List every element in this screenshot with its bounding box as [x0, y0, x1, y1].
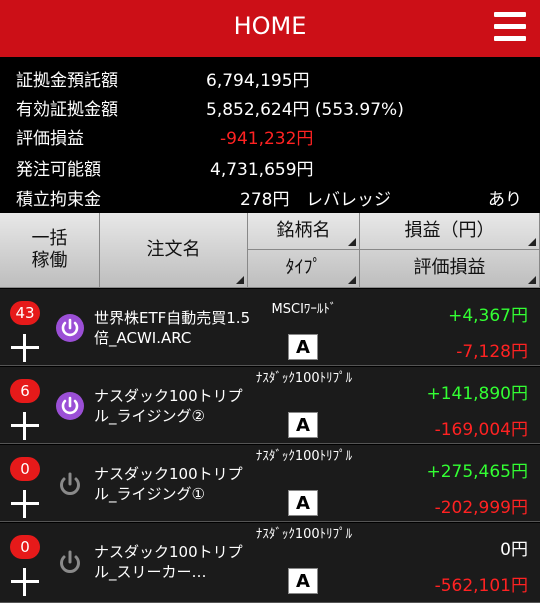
profit-value: 0円: [500, 540, 528, 560]
summary-row-accumulated: 積立拘束金 278円 レバレッジ あり: [0, 181, 540, 211]
sort-corner-icon: [528, 276, 536, 284]
summary-value: 5,852,624円 (553.97%): [206, 100, 404, 120]
profit-header[interactable]: 損益（円）: [360, 213, 540, 250]
order-row[interactable]: 6 ナスダック100トリプル_ライジング② ﾅｽﾀﾞｯｸ100ﾄﾘﾌﾟﾙ A +…: [0, 367, 540, 444]
symbol-name: ﾅｽﾀﾞｯｸ100ﾄﾘﾌﾟﾙ: [255, 449, 353, 464]
order-row[interactable]: 0 ナスダック100トリプル_スリーカー… ﾅｽﾀﾞｯｸ100ﾄﾘﾌﾟﾙ A 0…: [0, 523, 540, 603]
symbol-name: ﾅｽﾀﾞｯｸ100ﾄﾘﾌﾟﾙ: [255, 527, 353, 542]
summary-value: 278円: [240, 190, 290, 210]
leverage-label: レバレッジ: [306, 190, 391, 210]
profit-value: +141,890円: [426, 384, 528, 404]
type-badge: A: [288, 412, 318, 438]
summary-row-effective-margin: 有効証拠金額 5,852,624円 (553.97%): [0, 91, 540, 121]
sort-corner-icon: [348, 238, 356, 246]
add-order-icon[interactable]: [11, 490, 39, 518]
summary-label: 発注可能額: [16, 160, 101, 180]
order-name: ナスダック100トリプル_スリーカー…: [94, 543, 243, 581]
type-header-label: ﾀｲﾌﾟ: [285, 257, 322, 279]
symbol-name: MSCIﾜｰﾙﾄﾞ: [271, 302, 337, 317]
summary-label: 証拠金預託額: [16, 71, 118, 91]
order-name: 世界株ETF自動売買1.5倍_ACWI.ARC: [94, 309, 251, 347]
summary-row-margin-deposit: 証拠金預託額 6,794,195円: [0, 62, 540, 92]
summary-label: 積立拘束金: [16, 190, 101, 210]
summary-value: 4,731,659円: [210, 160, 314, 180]
profit-value: +4,367円: [448, 306, 528, 326]
sort-corner-icon: [528, 238, 536, 246]
bulk-run-header[interactable]: 一括 稼働: [0, 213, 100, 288]
order-row[interactable]: 43 世界株ETF自動売買1.5倍_ACWI.ARC MSCIﾜｰﾙﾄﾞ A +…: [0, 289, 540, 366]
add-order-icon[interactable]: [11, 568, 39, 596]
valuation-header[interactable]: 評価損益: [360, 250, 540, 288]
order-row[interactable]: 0 ナスダック100トリプル_ライジング① ﾅｽﾀﾞｯｸ100ﾄﾘﾌﾟﾙ A +…: [0, 445, 540, 522]
power-off-icon[interactable]: [55, 547, 85, 577]
sort-corner-icon: [236, 276, 244, 284]
position-count-badge: 0: [10, 535, 40, 559]
valuation-value: -202,999円: [434, 498, 528, 518]
symbol-header-label: 銘柄名: [276, 219, 331, 241]
sort-corner-icon: [348, 276, 356, 284]
hamburger-menu-icon[interactable]: [494, 12, 526, 42]
summary-row-available: 発注可能額 4,731,659円: [0, 151, 540, 181]
type-badge: A: [288, 334, 318, 360]
type-header[interactable]: ﾀｲﾌﾟ: [248, 250, 360, 288]
page-title: HOME: [233, 12, 307, 40]
order-name-header[interactable]: 注文名: [100, 213, 248, 288]
order-name: ナスダック100トリプル_ライジング②: [94, 387, 243, 425]
position-count-badge: 0: [10, 457, 40, 481]
summary-label: 有効証拠金額: [16, 100, 118, 120]
leverage-value: あり: [488, 190, 522, 210]
type-badge: A: [288, 568, 318, 594]
symbol-header[interactable]: 銘柄名: [248, 213, 360, 250]
summary-value: -941,232円: [220, 129, 314, 149]
summary-value: 6,794,195円: [206, 71, 310, 91]
add-order-icon[interactable]: [11, 334, 39, 362]
summary-row-valuation-pl: 評価損益 -941,232円: [0, 120, 540, 150]
power-on-icon[interactable]: [55, 313, 85, 343]
valuation-value: -169,004円: [434, 420, 528, 440]
symbol-name: ﾅｽﾀﾞｯｸ100ﾄﾘﾌﾟﾙ: [255, 371, 353, 386]
valuation-header-label: 評価損益: [413, 257, 486, 279]
position-count-badge: 6: [10, 379, 40, 403]
valuation-value: -562,101円: [434, 576, 528, 596]
profit-value: +275,465円: [426, 462, 528, 482]
app-header: HOME: [0, 0, 540, 57]
profit-header-label: 損益（円）: [404, 219, 495, 241]
power-off-icon[interactable]: [55, 469, 85, 499]
order-name-header-label: 注文名: [146, 238, 201, 260]
add-order-icon[interactable]: [11, 412, 39, 440]
position-count-badge: 43: [10, 301, 40, 325]
order-name: ナスダック100トリプル_ライジング①: [94, 465, 243, 503]
summary-label: 評価損益: [16, 129, 84, 149]
valuation-value: -7,128円: [456, 342, 528, 362]
account-summary: 証拠金預託額 6,794,195円 有効証拠金額 5,852,624円 (553…: [0, 57, 540, 212]
type-badge: A: [288, 490, 318, 516]
order-table-header: 一括 稼働 注文名 銘柄名 ﾀｲﾌﾟ 損益（円） 評価損益: [0, 213, 540, 288]
power-on-icon[interactable]: [55, 391, 85, 421]
